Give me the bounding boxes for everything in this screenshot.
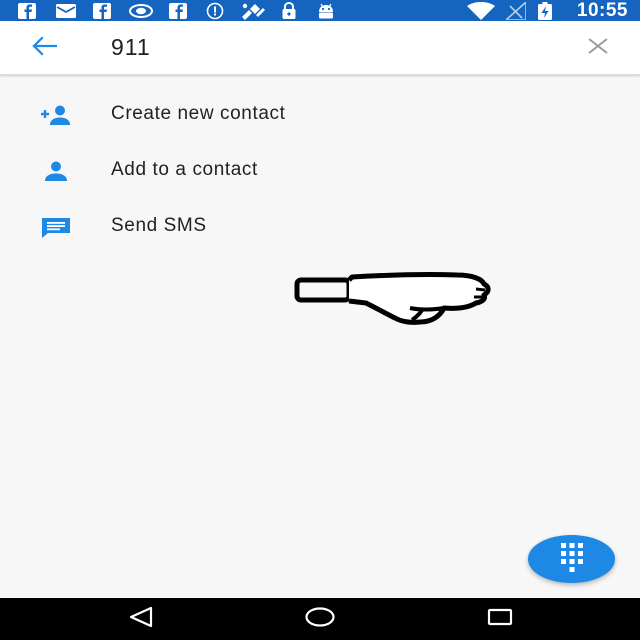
nav-home-button[interactable]: [300, 606, 340, 632]
wifi-icon: [466, 1, 496, 20]
home-circle-icon: [304, 606, 336, 633]
facebook-icon: [17, 2, 37, 19]
status-bar: 10:55: [0, 0, 640, 21]
info-icon: [205, 2, 225, 19]
search-header: 911: [0, 21, 640, 75]
facebook-icon: [92, 2, 112, 19]
search-input[interactable]: 911: [111, 21, 151, 74]
recents-square-icon: [486, 607, 514, 632]
nav-back-button[interactable]: [121, 606, 161, 632]
email-icon: [55, 2, 77, 19]
screen: 10:55 911 Create new contact Add to a co…: [0, 0, 640, 640]
clear-search-button[interactable]: [584, 35, 612, 61]
create-new-contact-item[interactable]: Create new contact: [0, 86, 640, 142]
nav-recents-button[interactable]: [480, 606, 520, 632]
create-new-contact-label: Create new contact: [111, 103, 286, 124]
action-list: Create new contact Add to a contact Send…: [0, 86, 640, 254]
android-icon: [316, 2, 336, 19]
send-sms-item[interactable]: Send SMS: [0, 198, 640, 254]
dialpad-button[interactable]: [528, 535, 615, 583]
send-sms-label: Send SMS: [111, 215, 207, 236]
back-triangle-icon: [128, 606, 154, 633]
person-add-icon: [36, 101, 76, 129]
arrow-back-icon: [31, 35, 58, 61]
person-icon: [36, 157, 76, 185]
facebook-icon: [168, 2, 188, 19]
navigation-bar: [0, 598, 640, 640]
thumbs-down-icon: [292, 270, 496, 330]
visibility-icon: [128, 2, 154, 19]
lock-icon: [280, 2, 298, 19]
add-to-contact-item[interactable]: Add to a contact: [0, 142, 640, 198]
battery-charging-icon: [537, 1, 553, 20]
signal-icon: [505, 1, 527, 20]
dialpad-icon: [559, 542, 585, 577]
status-time: 10:55: [576, 0, 628, 21]
close-icon: [587, 37, 609, 60]
message-icon: [36, 213, 76, 241]
back-button[interactable]: [26, 34, 62, 62]
satellite-icon: [238, 2, 266, 20]
add-to-contact-label: Add to a contact: [111, 159, 258, 180]
